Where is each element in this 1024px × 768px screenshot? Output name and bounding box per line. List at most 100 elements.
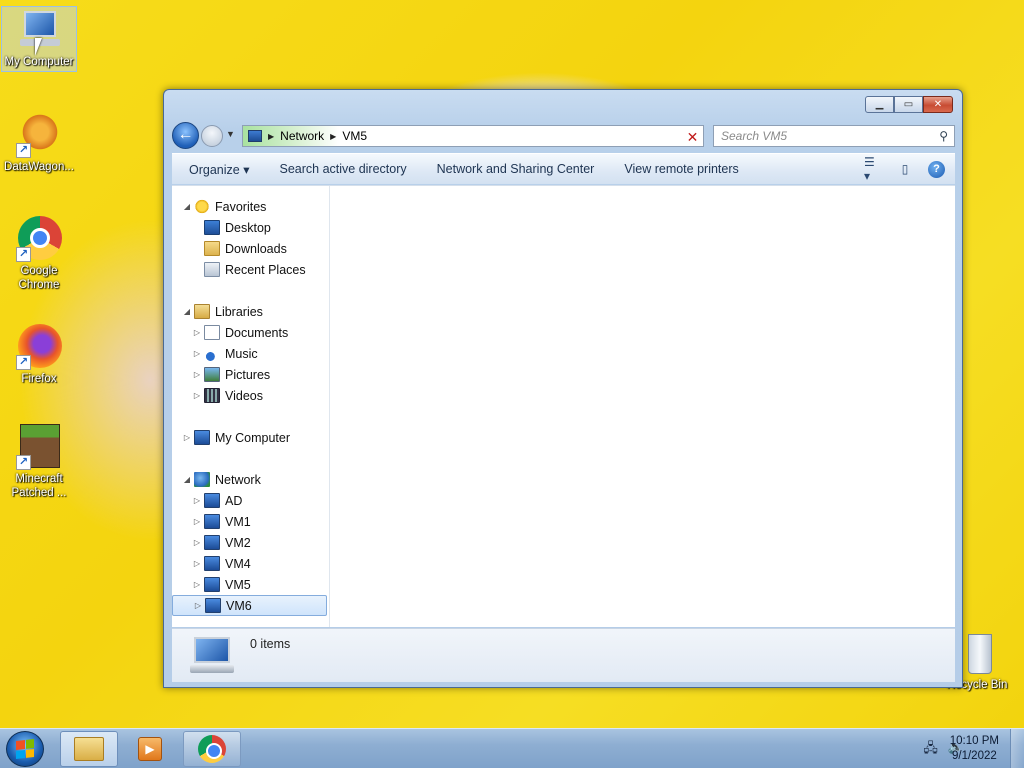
- shortcut-arrow-icon: ↗: [16, 455, 31, 470]
- desktop-icon-label: Minecraft Patched ...: [11, 473, 67, 499]
- collapsed-triangle-icon[interactable]: ▷: [193, 601, 203, 610]
- help-icon[interactable]: ?: [928, 160, 945, 178]
- close-button[interactable]: ✕: [923, 96, 953, 113]
- pictures-icon: [204, 367, 220, 382]
- expanded-triangle-icon[interactable]: ◢: [182, 307, 192, 316]
- collapsed-triangle-icon[interactable]: ▷: [192, 538, 202, 547]
- nav-item-vm1[interactable]: ▷ VM1: [172, 511, 329, 532]
- nav-my-computer[interactable]: ▷ My Computer: [172, 427, 329, 448]
- item-count: 0 items: [250, 637, 291, 651]
- search-input[interactable]: Search VM5 ⚲: [713, 125, 955, 147]
- nav-libraries[interactable]: ◢ Libraries: [172, 301, 329, 322]
- organize-button[interactable]: Organize ▾: [172, 162, 264, 177]
- nav-item-vm5[interactable]: ▷ VM5: [172, 574, 329, 595]
- minecraft-icon: ↗: [16, 424, 62, 470]
- nav-item-ad[interactable]: ▷ AD: [172, 490, 329, 511]
- expanded-triangle-icon[interactable]: ◢: [182, 202, 192, 211]
- chrome-icon: [198, 735, 226, 763]
- collapsed-triangle-icon[interactable]: ▷: [192, 559, 202, 568]
- recent-pages-dropdown[interactable]: ▼: [226, 129, 235, 139]
- desktop-icon-minecraft[interactable]: ↗ Minecraft Patched ...: [0, 424, 78, 500]
- desktop-icon-datawagon[interactable]: ↗ DataWagon...: [0, 112, 78, 174]
- stop-loading-icon[interactable]: ✕: [682, 125, 704, 147]
- nav-item-downloads[interactable]: Downloads: [172, 238, 329, 259]
- network-status-icon[interactable]: 🖧: [923, 739, 938, 761]
- media-player-icon: ▶: [138, 737, 162, 761]
- forward-button[interactable]: [201, 125, 223, 147]
- navigation-pane: ◢ Favorites Desktop Downloads Recent Plac…: [172, 186, 330, 627]
- videos-icon: [204, 388, 220, 403]
- nav-network[interactable]: ◢ Network: [172, 469, 329, 490]
- collapsed-triangle-icon[interactable]: ▷: [192, 496, 202, 505]
- show-desktop-button[interactable]: [1010, 729, 1024, 768]
- taskbar-explorer-button[interactable]: [60, 731, 118, 767]
- network-sharing-center-button[interactable]: Network and Sharing Center: [422, 162, 610, 176]
- desktop-icon: [204, 220, 220, 235]
- collapsed-triangle-icon[interactable]: ▷: [192, 349, 202, 358]
- network-computer-icon: [204, 556, 220, 571]
- firefox-icon: ↗: [16, 324, 62, 370]
- mouse-cursor-icon: [35, 38, 42, 56]
- start-button[interactable]: [6, 731, 44, 767]
- network-computer-icon: [204, 535, 220, 550]
- nav-item-videos[interactable]: ▷ Videos: [172, 385, 329, 406]
- minimize-button[interactable]: ▁: [865, 96, 894, 113]
- chevron-right-icon[interactable]: ▶: [268, 132, 274, 141]
- search-icon[interactable]: ⚲: [939, 129, 948, 143]
- collapsed-triangle-icon[interactable]: ▷: [192, 517, 202, 526]
- shortcut-arrow-icon: ↗: [16, 355, 31, 370]
- nav-favorites[interactable]: ◢ Favorites: [172, 196, 329, 217]
- star-icon: [194, 199, 210, 214]
- downloads-folder-icon: [204, 241, 220, 256]
- nav-item-desktop[interactable]: Desktop: [172, 217, 329, 238]
- search-placeholder: Search VM5: [721, 129, 788, 143]
- maximize-button[interactable]: ▭: [894, 96, 923, 113]
- network-computer-icon: [204, 493, 220, 508]
- breadcrumb-network[interactable]: Network: [280, 129, 324, 143]
- collapsed-triangle-icon[interactable]: ▷: [192, 370, 202, 379]
- collapsed-triangle-icon[interactable]: ▷: [192, 391, 202, 400]
- network-icon: [194, 472, 210, 487]
- chrome-icon: ↗: [16, 216, 62, 262]
- details-pane: 0 items: [172, 628, 955, 682]
- desktop-icon-label: DataWagon...: [4, 161, 74, 173]
- navigation-bar: ← ▼ ▶ Network ▶ VM5 ▼ ✕ Search VM5 ⚲: [172, 120, 955, 150]
- address-bar[interactable]: ▶ Network ▶ VM5 ▼: [242, 125, 702, 147]
- nav-item-music[interactable]: ▷ Music: [172, 343, 329, 364]
- nav-item-pictures[interactable]: ▷ Pictures: [172, 364, 329, 385]
- explorer-window: ▁ ▭ ✕ ← ▼ ▶ Network ▶ VM5 ▼ ✕ Search VM5…: [163, 89, 963, 688]
- datawagon-icon: ↗: [16, 112, 62, 158]
- nav-item-recent-places[interactable]: Recent Places: [172, 259, 329, 280]
- computer-icon: [190, 637, 234, 673]
- nav-item-vm6[interactable]: ▷ VM6: [172, 595, 327, 616]
- taskbar-media-player-button[interactable]: ▶: [121, 731, 179, 767]
- nav-item-vm4[interactable]: ▷ VM4: [172, 553, 329, 574]
- recent-places-icon: [204, 262, 220, 277]
- computer-icon: [194, 430, 210, 445]
- breadcrumb-vm5[interactable]: VM5: [342, 129, 367, 143]
- collapsed-triangle-icon[interactable]: ▷: [192, 580, 202, 589]
- file-list-area[interactable]: [331, 186, 955, 627]
- back-button[interactable]: ←: [172, 122, 199, 149]
- desktop-icon-label: My Computer: [4, 56, 74, 68]
- network-computer-icon: [204, 514, 220, 529]
- taskbar: ▶ 🖧 🔈 10:10 PM 9/1/2022: [0, 728, 1024, 768]
- expanded-triangle-icon[interactable]: ◢: [182, 475, 192, 484]
- documents-icon: [204, 325, 220, 340]
- caption-buttons: ▁ ▭ ✕: [865, 96, 953, 113]
- view-remote-printers-button[interactable]: View remote printers: [609, 162, 753, 176]
- desktop-icon-label: Firefox: [21, 373, 57, 385]
- clock[interactable]: 10:10 PM 9/1/2022: [950, 734, 999, 764]
- taskbar-chrome-button[interactable]: [183, 731, 241, 767]
- collapsed-triangle-icon[interactable]: ▷: [192, 328, 202, 337]
- search-active-directory-button[interactable]: Search active directory: [264, 162, 421, 176]
- chevron-right-icon[interactable]: ▶: [330, 132, 336, 141]
- nav-item-documents[interactable]: ▷ Documents: [172, 322, 329, 343]
- network-computer-icon: [205, 598, 221, 613]
- preview-pane-icon[interactable]: ▯: [896, 160, 914, 178]
- desktop-icon-firefox[interactable]: ↗ Firefox: [0, 324, 78, 386]
- change-view-icon[interactable]: ☰ ▾: [864, 155, 882, 183]
- nav-item-vm2[interactable]: ▷ VM2: [172, 532, 329, 553]
- collapsed-triangle-icon[interactable]: ▷: [182, 433, 192, 442]
- desktop-icon-google-chrome[interactable]: ↗ Google Chrome: [0, 216, 78, 292]
